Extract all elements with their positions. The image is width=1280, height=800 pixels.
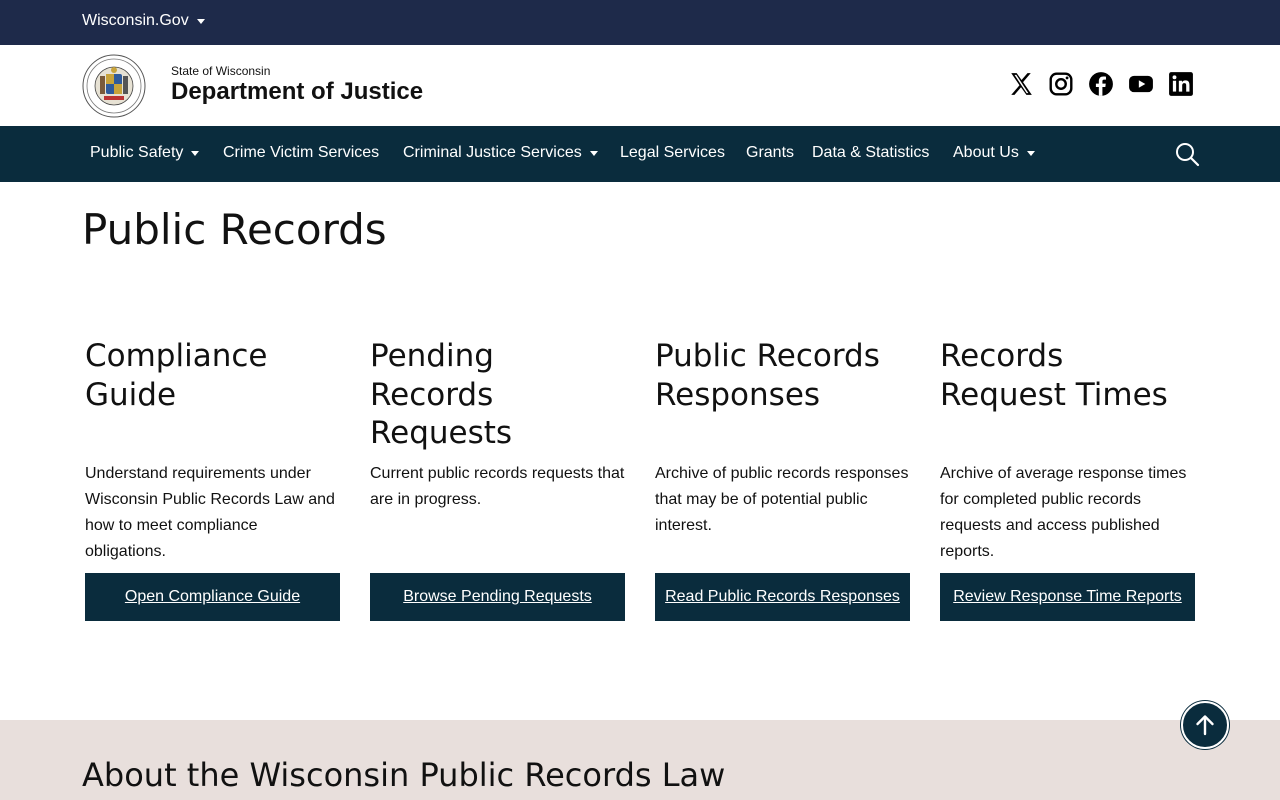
nav-item-label: Public Safety (90, 144, 184, 161)
card-description: Current public records requests that are… (370, 465, 625, 508)
state-label: State of Wisconsin (171, 64, 271, 78)
nav-item-label: Grants (746, 144, 795, 161)
about-section-title: About the Wisconsin Public Records Law (82, 756, 726, 794)
department-name[interactable]: Department of Justice (171, 78, 423, 106)
wisconsin-gov-label: Wisconsin.Gov (82, 12, 189, 29)
card-title: Public Records Responses (655, 338, 880, 413)
wisconsin-gov-dropdown[interactable]: Wisconsin.Gov (82, 12, 205, 30)
read-public-records-responses-button[interactable]: Read Public Records Responses (655, 573, 910, 621)
card-description: Archive of public records responses that… (655, 465, 909, 534)
instagram-icon[interactable] (1048, 71, 1074, 97)
facebook-icon[interactable] (1088, 71, 1114, 97)
page-title: Public Records (82, 205, 387, 254)
nav-item-data-statistics[interactable]: Data & Statistics (812, 144, 929, 162)
nav-item-label: Legal Services (620, 144, 725, 161)
card-title: Records Request Times (940, 338, 1168, 413)
review-response-time-reports-button[interactable]: Review Response Time Reports (940, 573, 1195, 621)
nav-item-crime-victim-services[interactable]: Crime Victim Services (223, 144, 379, 162)
nav-item-legal-services[interactable]: Legal Services (620, 144, 725, 162)
about-section: About the Wisconsin Public Records Law (0, 720, 1280, 800)
card-compliance-guide: Compliance Guide Understand requirements… (85, 337, 340, 621)
card-title: Pending Records Requests (370, 338, 513, 451)
nav-item-label: About Us (953, 144, 1019, 161)
main-nav: Public Safety Crime Victim Services Crim… (0, 126, 1280, 182)
browse-pending-requests-button[interactable]: Browse Pending Requests (370, 573, 625, 621)
card-description: Understand requirements under Wisconsin … (85, 465, 335, 560)
card-public-records-responses: Public Records Responses Archive of publ… (655, 337, 910, 621)
nav-item-criminal-justice-services[interactable]: Criminal Justice Services (403, 144, 598, 162)
seal-logo[interactable] (82, 54, 146, 118)
card-pending-records-requests: Pending Records Requests Current public … (370, 337, 625, 621)
nav-item-public-safety[interactable]: Public Safety (90, 144, 200, 162)
arrow-up-icon (1196, 715, 1214, 736)
youtube-icon[interactable] (1128, 71, 1154, 97)
chevron-down-icon (196, 18, 205, 24)
chevron-down-icon (1026, 150, 1035, 156)
x-icon[interactable] (1008, 71, 1034, 97)
nav-item-label: Data & Statistics (812, 144, 930, 161)
gov-bar: Wisconsin.Gov (0, 0, 1280, 45)
nav-item-about-us[interactable]: About Us (953, 144, 1035, 162)
chevron-down-icon (589, 150, 598, 156)
nav-item-grants[interactable]: Grants (746, 144, 794, 162)
card-title: Compliance Guide (85, 338, 268, 413)
linkedin-icon[interactable] (1168, 71, 1194, 97)
back-to-top-button[interactable] (1181, 701, 1229, 749)
card-records-request-times: Records Request Times Archive of average… (940, 337, 1195, 621)
chevron-down-icon (191, 150, 200, 156)
card-description: Archive of average response times for co… (940, 465, 1187, 560)
nav-item-label: Crime Victim Services (223, 144, 380, 161)
nav-item-label: Criminal Justice Services (403, 144, 582, 161)
search-icon[interactable] (1174, 141, 1200, 167)
open-compliance-guide-button[interactable]: Open Compliance Guide (85, 573, 340, 621)
site-header: State of Wisconsin Department of Justice (0, 45, 1280, 126)
